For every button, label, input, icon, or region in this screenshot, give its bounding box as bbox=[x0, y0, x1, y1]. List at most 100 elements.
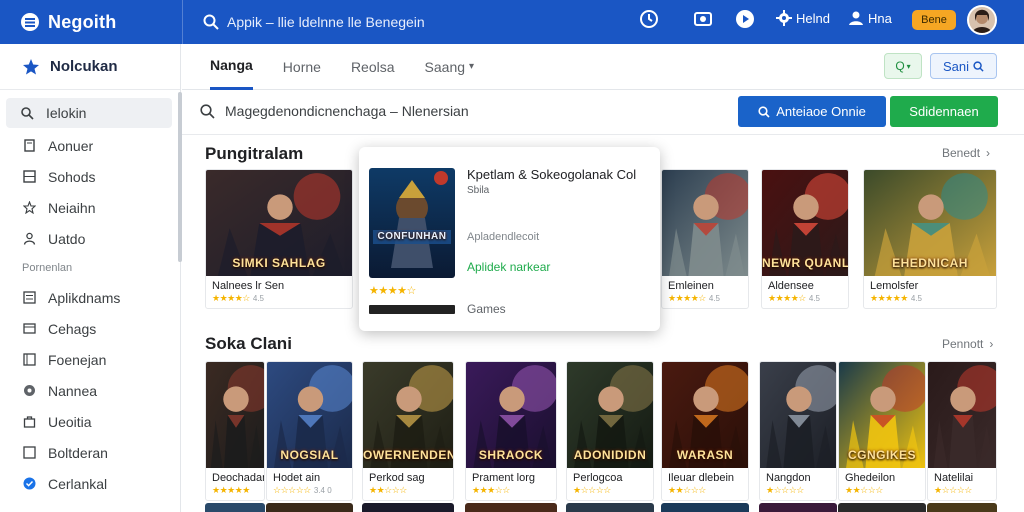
app-card[interactable]: NEWR QUANLAB Aldensee★★★★☆4.5 bbox=[761, 169, 849, 309]
folder-icon bbox=[22, 353, 36, 367]
app-card-title: Perkod sag bbox=[369, 472, 425, 484]
app-card-image[interactable] bbox=[928, 362, 996, 468]
app-card-rating: ☆☆☆☆☆ 3.4 0 bbox=[273, 485, 332, 495]
app-card-rating-count: 4.5 bbox=[910, 294, 922, 303]
top-search-text: Appik – llie ldelnne lle Benegein bbox=[227, 14, 425, 30]
app-card[interactable]: Deochadan ★★★★★ bbox=[205, 361, 265, 501]
sidebar-item-11[interactable]: Cerlankal bbox=[0, 468, 180, 499]
app-card-image[interactable]: NOGSIAL bbox=[267, 362, 352, 468]
top-icons bbox=[638, 8, 756, 30]
app-card[interactable] bbox=[566, 503, 654, 512]
clock-icon[interactable] bbox=[638, 8, 660, 30]
app-card[interactable]: WARASN Ileuar dlebein ★★☆☆☆ bbox=[661, 361, 749, 501]
app-card-art-text: OWERNENDEN bbox=[363, 448, 453, 462]
secondary-action-button[interactable]: Sdidennaen bbox=[890, 96, 998, 127]
app-card-art-text: SIMKI SAHLAG bbox=[232, 256, 326, 270]
sidebar-item-7[interactable]: Foenejan bbox=[0, 344, 180, 375]
primary-action-label: Anteiaoe Onnie bbox=[776, 104, 866, 119]
app-card-image[interactable] bbox=[206, 362, 264, 468]
app-card[interactable]: CGNGIKES Ghedeilon ★★☆☆☆ bbox=[838, 361, 926, 501]
play-icon[interactable] bbox=[734, 8, 756, 30]
app-name: Negoith bbox=[48, 11, 117, 32]
tab-1[interactable]: Horne bbox=[283, 44, 321, 90]
menu-icon[interactable] bbox=[20, 12, 40, 32]
tab-0[interactable]: Nanga bbox=[210, 44, 253, 90]
app-card[interactable] bbox=[661, 503, 749, 512]
app-card[interactable] bbox=[205, 503, 265, 512]
card-icon bbox=[22, 322, 36, 336]
section-more-link[interactable]: Benedt › bbox=[942, 146, 990, 160]
top-search[interactable]: Appik – llie ldelnne lle Benegein bbox=[203, 14, 603, 30]
sidebar-item-9[interactable]: Ueoitia bbox=[0, 406, 180, 437]
search-field[interactable]: Magegdenondicnenchaga – Nlenersian bbox=[200, 96, 730, 126]
camera-icon[interactable] bbox=[692, 8, 714, 30]
app-card-image[interactable] bbox=[760, 362, 836, 468]
app-card-rating: ★★☆☆☆ bbox=[668, 485, 706, 495]
app-card[interactable]: Emleinen ★★★★☆ 4.5 bbox=[661, 169, 749, 309]
grid-icon bbox=[22, 170, 36, 184]
app-card-image[interactable]: SHRAOCK bbox=[466, 362, 556, 468]
app-card-image[interactable]: SIMKI SAHLAG bbox=[206, 170, 352, 276]
user2-label: Hna bbox=[867, 10, 892, 26]
user2-group[interactable]: Hna bbox=[848, 10, 892, 26]
app-card[interactable]: Natelilai ★☆☆☆☆ bbox=[927, 361, 997, 501]
sidebar-item-1[interactable]: Aonuer bbox=[0, 130, 180, 161]
popup-link[interactable]: Aplidek narkear bbox=[467, 260, 550, 274]
app-detail-popup[interactable]: CONFUNHAN Kpetlam & Sokeogolanak Col Sbi… bbox=[359, 147, 660, 331]
sidebar-item-8[interactable]: Nannea bbox=[0, 375, 180, 406]
primary-action-button[interactable]: Anteiaoe Onnie bbox=[738, 96, 886, 127]
tab-label: Saang bbox=[424, 58, 466, 75]
app-card[interactable]: SHRAOCK Prament lorg ★★★☆☆ bbox=[465, 361, 557, 501]
app-card[interactable]: SIMKI SAHLAG Nalnees lr Sen ★★★★☆ 4.5 bbox=[205, 169, 353, 309]
section-more-label: Pennott bbox=[942, 337, 984, 351]
app-card[interactable] bbox=[465, 503, 557, 512]
tab-3[interactable]: Saang ▾ bbox=[425, 44, 475, 90]
app-card-rating: ★★★★☆ 4.5 bbox=[212, 293, 264, 303]
sidebar-item-10[interactable]: Boltderan bbox=[0, 437, 180, 468]
sidebar-scrollbar[interactable] bbox=[178, 92, 182, 262]
popup-app-image[interactable]: CONFUNHAN bbox=[369, 168, 455, 278]
popup-install-bar[interactable] bbox=[369, 305, 455, 314]
sidebar-header[interactable]: Nolcukan bbox=[0, 44, 180, 90]
user1-group[interactable]: Helnd bbox=[776, 10, 830, 26]
sidebar-item-2[interactable]: Sohods bbox=[0, 161, 180, 192]
app-card[interactable]: EHEDNICAH Lemolsfer ★★★★★ 4.5 bbox=[863, 169, 997, 309]
app-card[interactable]: ADONIDIDN Perlogcoa ★☆☆☆☆ bbox=[566, 361, 654, 501]
app-card-art-text: WARASN bbox=[676, 448, 734, 462]
search-icon bbox=[200, 103, 215, 119]
app-card-image[interactable]: WARASN bbox=[662, 362, 748, 468]
app-card-image[interactable]: EHEDNICAH bbox=[864, 170, 996, 276]
sidebar-item-4[interactable]: Uatdo bbox=[0, 223, 180, 254]
app-card[interactable] bbox=[362, 503, 454, 512]
section-more-link[interactable]: Pennott › bbox=[942, 337, 993, 351]
chevron-right-icon: › bbox=[986, 146, 991, 160]
sidebar-item-3[interactable]: Neiaihn bbox=[0, 192, 180, 223]
app-card-image[interactable]: OWERNENDEN bbox=[363, 362, 453, 468]
tab-2[interactable]: Reolsa bbox=[351, 44, 395, 90]
sidebar-item-label: Foenejan bbox=[48, 351, 107, 368]
avatar[interactable] bbox=[967, 5, 997, 35]
search-icon bbox=[973, 60, 984, 72]
app-card[interactable] bbox=[759, 503, 837, 512]
brand[interactable]: Negoith bbox=[0, 0, 183, 44]
search-button-label: Sani bbox=[942, 58, 970, 74]
app-card-image[interactable]: CGNGIKES bbox=[839, 362, 925, 468]
search-button[interactable]: Sani bbox=[930, 53, 997, 79]
app-card-rating-count: 4.5 bbox=[808, 294, 820, 303]
app-card[interactable]: NOGSIAL Hodet ain ☆☆☆☆☆ 3.4 0 bbox=[266, 361, 353, 501]
sidebar-item-5[interactable]: Aplikdnams bbox=[0, 282, 180, 313]
popup-rating: ★★★★☆ bbox=[369, 285, 416, 297]
app-card-image[interactable]: ADONIDIDN bbox=[567, 362, 653, 468]
app-card-image[interactable] bbox=[662, 170, 748, 276]
app-card[interactable]: Nangdon ★☆☆☆☆ bbox=[759, 361, 837, 501]
app-card-image[interactable]: NEWR QUANLAB bbox=[762, 170, 848, 276]
app-card[interactable] bbox=[927, 503, 997, 512]
small-search-button[interactable]: Q ▾ bbox=[884, 53, 922, 79]
app-card[interactable] bbox=[838, 503, 926, 512]
status-badge[interactable]: Bene bbox=[912, 10, 956, 30]
app-card[interactable]: OWERNENDEN Perkod sag ★★☆☆☆ bbox=[362, 361, 454, 501]
app-card[interactable] bbox=[266, 503, 353, 512]
sidebar-item-6[interactable]: Cehags bbox=[0, 313, 180, 344]
sidebar-item-search[interactable]: Ielokin bbox=[6, 98, 172, 128]
app-card-rating-count: 4.5 bbox=[708, 294, 720, 303]
